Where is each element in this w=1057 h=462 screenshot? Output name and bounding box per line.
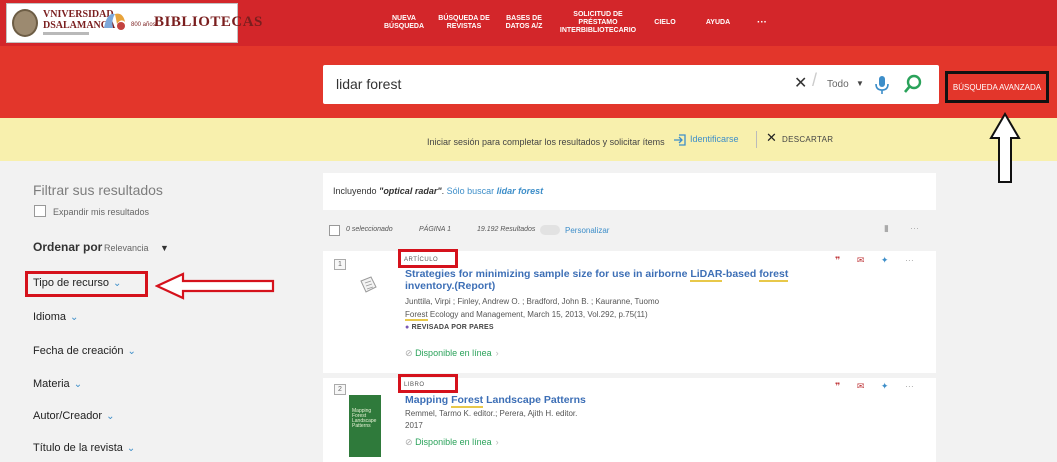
advanced-search-button[interactable]: BÚSQUEDA AVANZADA [945,71,1049,103]
more-options-icon[interactable]: ··· [910,223,919,233]
page-indicator: PÁGINA 1 [419,226,452,233]
chevron-right-icon: › [495,348,499,358]
annotation-highlight-box [25,271,148,297]
link-icon: ⊘ [405,437,413,447]
search-icon[interactable] [903,74,923,94]
facet-author[interactable]: Autor/Creador ⌄ [33,410,114,422]
microphone-icon[interactable] [875,75,889,95]
article-icon [360,276,377,293]
annotation-arrow-up-icon [989,112,1021,183]
nav-interlibrary-loan[interactable]: SOLICITUD DE PRÉSTAMO INTERBIBLIOTECARIO [558,0,638,46]
nav-cielo[interactable]: CIELO [650,0,680,46]
result-source: Forest Ecology and Management, March 15,… [405,310,648,321]
anniversary-caption: 800 años [131,22,156,28]
sign-in-icon[interactable] [673,133,687,147]
chevron-down-icon: ⌄ [127,346,136,357]
result-authors: Junttila, Virpi ; Finley, Andrew O. ; Br… [405,297,660,306]
sort-select[interactable]: Relevancia [104,243,149,253]
email-icon[interactable]: ✉ [857,255,865,265]
university-seal-icon [12,9,38,37]
result-actions: ❞ ✉ ✦ ··· [835,381,914,392]
search-divider: / [812,70,818,90]
chevron-down-icon[interactable]: ▼ [856,79,864,88]
results-count: 19.192 Resultados [477,226,536,233]
select-all-checkbox[interactable] [329,225,340,236]
nav-more-icon[interactable]: ··· [752,0,772,46]
filter-title: Filtrar sus resultados [33,182,163,198]
facet-subject[interactable]: Materia ⌄ [33,378,82,390]
result-index[interactable]: 2 [334,384,346,395]
close-icon[interactable]: ✕ [766,130,777,146]
pin-icon[interactable]: ▮ [884,223,889,234]
anniversary-seal-icon [104,13,125,30]
facet-creation-date[interactable]: Fecha de creación ⌄ [33,345,136,357]
chevron-down-icon[interactable]: ▼ [160,243,169,253]
selected-count: 0 seleccionado [346,226,393,233]
university-logo[interactable]: VNIVERSIDAD DSALAMANCA 800 años BIBLIOTE… [6,3,262,43]
personalize-toggle[interactable] [540,225,560,235]
search-scope-select[interactable]: Todo [827,79,849,90]
result-actions: ❞ ✉ ✦ ··· [835,255,914,266]
nav-help[interactable]: AYUDA [700,0,736,46]
identify-link[interactable]: Identificarse [690,134,739,144]
book-cover-title: Mapping Forest Landscape Patterns [352,408,377,429]
result-index[interactable]: 1 [334,259,346,270]
nav-databases-az[interactable]: BASES DE DATOS A/Z [502,0,546,46]
sort-label: Ordenar por [33,240,103,254]
clear-search-icon[interactable]: ✕ [794,73,807,93]
more-options-icon[interactable]: ··· [905,255,914,265]
nav-new-search[interactable]: NUEVA BÚSQUEDA [384,0,424,46]
result-title[interactable]: Mapping Forest Landscape Patterns [405,394,825,408]
availability-link[interactable]: ⊘ Disponible en línea › [405,348,499,359]
nav-journal-search[interactable]: BÚSQUEDA DE REVISTAS [438,0,490,46]
result-authors: Remmel, Tarmo K. editor.; Perera, Ajith … [405,409,578,418]
chevron-down-icon: ⌄ [73,379,83,390]
dismiss-button[interactable]: DESCARTAR [782,135,833,144]
cite-icon[interactable]: ❞ [835,255,840,265]
only-search-link[interactable]: Sólo buscar lidar forest [447,186,544,196]
peer-reviewed-badge: ● REVISADA POR PARES [405,324,494,331]
annotation-arrow-left-icon [155,272,275,300]
facet-journal-title[interactable]: Título de la revista ⌄ [33,442,135,454]
logo-subline [43,32,89,35]
more-options-icon[interactable]: ··· [905,381,914,391]
annotation-highlight-box [398,249,458,268]
cite-icon[interactable]: ❞ [835,381,840,391]
peer-review-icon: ● [405,324,410,331]
annotation-highlight-box [398,374,458,393]
email-icon[interactable]: ✉ [857,381,865,391]
search-query-text[interactable]: lidar forest [336,76,401,92]
pin-icon[interactable]: ✦ [881,381,889,391]
chevron-right-icon: › [495,437,499,447]
expand-results-checkbox[interactable] [34,205,46,217]
library-brand: BIBLIOTECAS [154,14,263,30]
login-message: Iniciar sesión para completar los result… [427,137,665,147]
availability-link[interactable]: ⊘ Disponible en línea › [405,437,499,448]
result-year: 2017 [405,421,423,430]
expand-results-label[interactable]: Expandir mis resultados [53,207,149,217]
chevron-down-icon: ⌄ [126,443,136,454]
query-suggestion-text: Incluyendo "optical radar". Sólo buscar … [333,186,544,196]
facet-language[interactable]: Idioma ⌄ [33,311,78,323]
personalize-label[interactable]: Personalizar [565,226,609,235]
chevron-down-icon: ⌄ [106,411,115,422]
chevron-down-icon: ⌄ [70,312,79,323]
result-title[interactable]: Strategies for minimizing sample size fo… [405,268,825,292]
banner-separator [756,131,757,148]
pin-icon[interactable]: ✦ [881,255,889,265]
link-icon: ⊘ [405,348,413,358]
